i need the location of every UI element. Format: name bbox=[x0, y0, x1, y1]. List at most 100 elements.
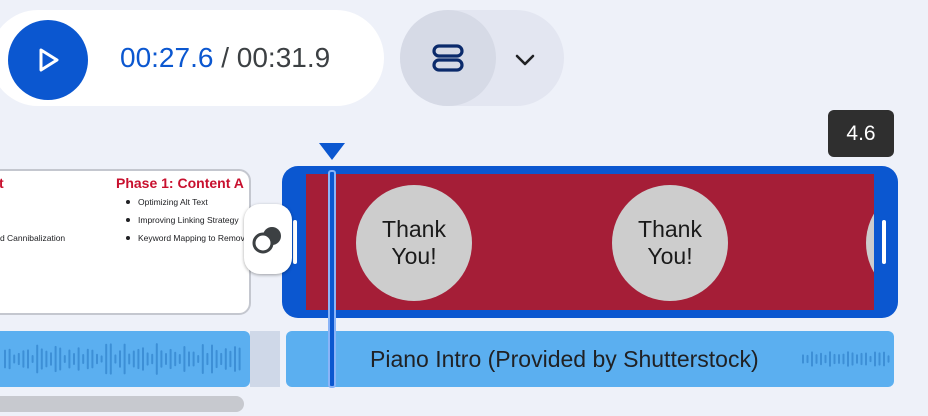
layout-toggle-button[interactable] bbox=[400, 10, 496, 106]
waveform-bar bbox=[155, 343, 158, 375]
clip-thumbnail: Thank You! bbox=[356, 185, 472, 301]
waveform-bar bbox=[869, 355, 872, 363]
waveform-bar bbox=[4, 349, 6, 369]
clip-trim-handle-right[interactable] bbox=[882, 220, 886, 264]
timeline-scrollbar[interactable] bbox=[0, 396, 244, 412]
waveform-bar bbox=[229, 350, 232, 368]
slide-heading-left: udit bbox=[0, 175, 4, 191]
play-icon bbox=[39, 48, 59, 72]
waveform-bar bbox=[883, 351, 885, 367]
total-time: 00:31.9 bbox=[236, 42, 331, 73]
waveform-bar bbox=[45, 350, 48, 368]
layout-dropdown-button[interactable] bbox=[500, 40, 550, 80]
waveform-bar bbox=[40, 348, 43, 370]
clip-thumbnail-partial bbox=[866, 185, 874, 301]
waveform-bar bbox=[183, 345, 186, 373]
waveform-bar bbox=[63, 355, 66, 363]
waveform-bar bbox=[128, 353, 131, 365]
waveform-bar bbox=[887, 355, 890, 363]
waveform-bar bbox=[824, 354, 827, 364]
waveform-bar bbox=[833, 353, 836, 365]
waveform-bar bbox=[820, 352, 822, 366]
waveform-bar bbox=[856, 354, 858, 364]
waveform-bar bbox=[59, 347, 62, 371]
waveform-bar bbox=[860, 352, 863, 366]
duration-tooltip: 4.6 bbox=[828, 110, 894, 157]
waveform-bar bbox=[878, 352, 881, 366]
waveform-bar bbox=[132, 350, 135, 368]
waveform-bar bbox=[201, 343, 204, 375]
audio-clip-label: Piano Intro (Provided by Shutterstock) bbox=[370, 346, 759, 372]
waveform-bar bbox=[68, 349, 71, 369]
waveform-bar bbox=[838, 354, 840, 364]
slide-bullet: Optimizing Alt Text bbox=[126, 197, 249, 215]
waveform-bar bbox=[815, 354, 818, 364]
playhead-line[interactable] bbox=[328, 170, 336, 388]
waveform-bar bbox=[86, 348, 89, 370]
waveform-bar bbox=[105, 343, 108, 375]
waveform-bar bbox=[100, 355, 103, 363]
clip-thumbnail: Thank You! bbox=[612, 185, 728, 301]
audio-clip[interactable]: Piano Intro (Provided by Shutterstock) bbox=[286, 331, 894, 387]
waveform-bar bbox=[806, 354, 809, 364]
waveform-bar bbox=[54, 345, 57, 373]
waveform-bar bbox=[109, 343, 112, 375]
chevron-down-icon bbox=[515, 54, 535, 66]
waveform-bar bbox=[146, 352, 149, 366]
waveform-bar bbox=[206, 352, 209, 366]
slide-clip[interactable]: udit Phase 1: Content A yword Cannibaliz… bbox=[0, 169, 251, 315]
playhead-marker[interactable] bbox=[319, 143, 345, 160]
transition-icon bbox=[252, 227, 281, 254]
audio-waveform bbox=[4, 343, 241, 375]
waveform-bar bbox=[169, 348, 172, 370]
waveform-bar bbox=[865, 352, 867, 366]
waveform-bar bbox=[192, 351, 195, 367]
waveform-bar bbox=[188, 351, 190, 367]
waveform-bar bbox=[73, 352, 75, 366]
audio-clip-previous[interactable] bbox=[0, 331, 250, 387]
waveform-bar bbox=[50, 352, 52, 366]
waveform-bar bbox=[13, 354, 16, 364]
audio-gap bbox=[250, 331, 280, 387]
slide-heading-right: Phase 1: Content A bbox=[116, 175, 244, 191]
waveform-bar bbox=[17, 352, 20, 366]
waveform-bar bbox=[842, 353, 845, 365]
waveform-bar bbox=[847, 351, 849, 367]
waveform-bar bbox=[165, 352, 167, 366]
selected-clip[interactable]: Thank You! Thank You! bbox=[282, 166, 898, 318]
waveform-bar bbox=[829, 351, 831, 367]
selected-clip-frames: Thank You! Thank You! bbox=[306, 174, 874, 310]
waveform-bar bbox=[851, 352, 854, 366]
waveform-bar bbox=[178, 354, 181, 364]
slide-bullet: Improving Linking Strategy bbox=[126, 215, 249, 233]
waveform-bar bbox=[22, 350, 25, 368]
timecode: 00:27.6 / 00:31.9 bbox=[120, 40, 330, 76]
current-time: 00:27.6 bbox=[120, 42, 214, 73]
clip-trim-handle-left[interactable] bbox=[293, 220, 297, 264]
play-button[interactable] bbox=[8, 20, 88, 100]
slide-bullet-list: Optimizing Alt Text Improving Linking St… bbox=[126, 197, 249, 251]
waveform-bar bbox=[238, 347, 241, 371]
waveform-bar bbox=[119, 350, 121, 368]
waveform-bar bbox=[137, 348, 140, 370]
waveform-bar bbox=[36, 344, 39, 374]
time-separator: / bbox=[213, 42, 237, 73]
waveform-bar bbox=[224, 348, 227, 370]
timeline-layout-icon bbox=[432, 44, 464, 72]
waveform-bar bbox=[151, 353, 154, 365]
waveform-bar bbox=[197, 354, 200, 364]
waveform-bar bbox=[811, 351, 813, 367]
waveform-bar bbox=[114, 354, 117, 364]
waveform-bar bbox=[215, 349, 218, 369]
waveform-bar bbox=[174, 351, 177, 367]
waveform-bar bbox=[31, 354, 34, 364]
waveform-bar bbox=[211, 344, 213, 374]
transition-button[interactable] bbox=[244, 204, 292, 274]
waveform-bar bbox=[82, 353, 85, 365]
waveform-bar bbox=[91, 349, 94, 369]
waveform-bar bbox=[142, 347, 144, 371]
waveform-bar bbox=[160, 350, 163, 368]
waveform-bar bbox=[874, 351, 876, 367]
waveform-bar bbox=[123, 343, 126, 375]
audio-waveform bbox=[802, 351, 890, 367]
